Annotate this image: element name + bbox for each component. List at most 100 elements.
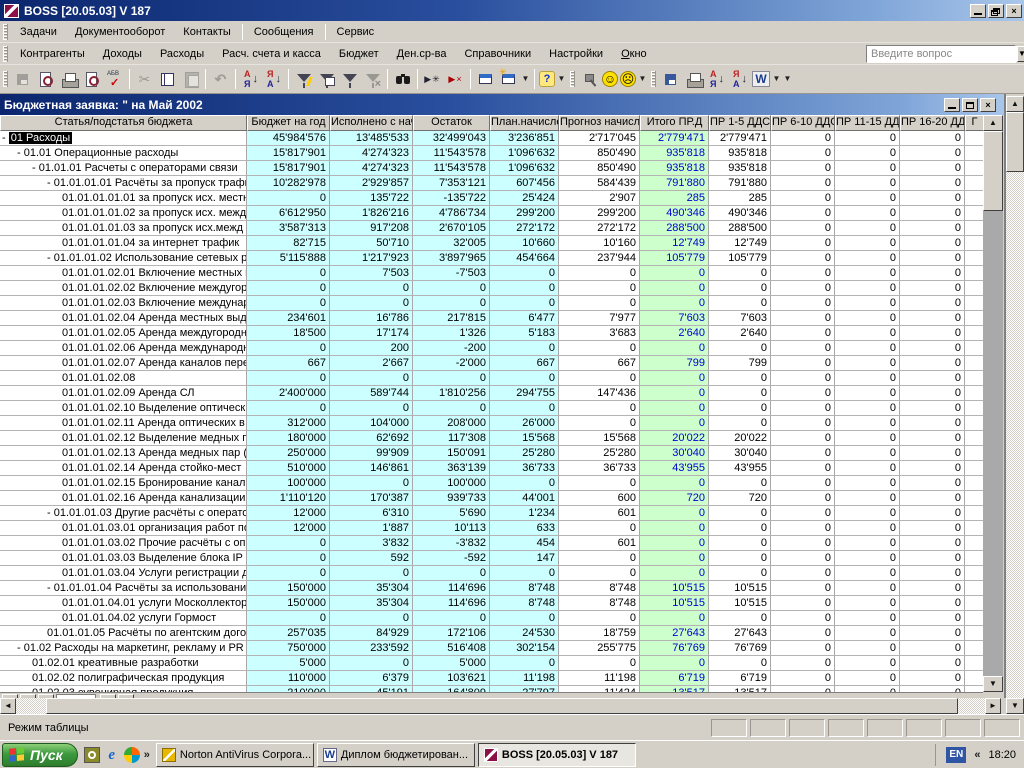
taskbar-task-boss[interactable]: BOSS [20.05.03] V 187 <box>478 743 636 767</box>
value-cell[interactable]: 0 <box>247 551 330 565</box>
table-row[interactable]: 01.01.01.02.15 Бронирование канал100'000… <box>0 476 983 491</box>
value-cell[interactable]: 2'640 <box>640 326 709 340</box>
value-cell[interactable]: 0 <box>835 641 900 655</box>
taskbar-task-word[interactable]: WДиплом бюджетирован... <box>317 743 475 767</box>
value-cell[interactable]: 600 <box>559 491 640 505</box>
value-cell[interactable]: 0 <box>559 416 640 430</box>
value-cell[interactable]: 312'000 <box>247 416 330 430</box>
sad-face-icon[interactable]: ☹ <box>620 71 636 87</box>
value-cell[interactable]: 0 <box>640 386 709 400</box>
value-cell[interactable]: 100'000 <box>413 476 490 490</box>
value-cell[interactable]: 0 <box>330 281 413 295</box>
chevron-down-icon[interactable]: ▼ <box>556 69 567 89</box>
value-cell[interactable]: 0 <box>771 476 835 490</box>
value-cell[interactable]: 0 <box>771 131 835 145</box>
new-object-icon[interactable] <box>498 69 519 89</box>
value-cell[interactable]: 935'818 <box>640 161 709 175</box>
budget-item-cell[interactable]: 01.02.02 полиграфическая продукция <box>0 671 247 685</box>
value-cell[interactable]: 0 <box>247 281 330 295</box>
value-cell[interactable]: 0 <box>709 521 771 535</box>
value-cell[interactable]: 50'710 <box>330 236 413 250</box>
menu-item-сервис[interactable]: Сервис <box>328 23 384 41</box>
table-row[interactable]: - 01.01.01.01 Расчёты за пропуск трафи10… <box>0 176 983 191</box>
menu-item-доходы[interactable]: Доходы <box>94 45 151 63</box>
budget-item-cell[interactable]: - 01.01.01.04 Расчёты за использование <box>0 581 247 595</box>
sort-desc2-icon[interactable]: ↓ <box>729 69 750 89</box>
value-cell[interactable]: 720 <box>709 491 771 505</box>
table-row[interactable]: 01.01.01.01.02 за пропуск исх. межд6'612… <box>0 206 983 221</box>
value-cell[interactable]: 0 <box>835 581 900 595</box>
value-cell[interactable]: 294'755 <box>490 386 559 400</box>
value-cell[interactable]: 12'749 <box>640 236 709 250</box>
value-cell[interactable]: 100'000 <box>247 476 330 490</box>
value-cell[interactable]: 0 <box>709 416 771 430</box>
table-row[interactable]: 01.01.01.02.13 Аренда медных пар (250'00… <box>0 446 983 461</box>
value-cell[interactable]: 0 <box>900 131 965 145</box>
quick-launch-overflow-chevron[interactable]: » <box>144 749 150 761</box>
value-cell[interactable]: 2'907 <box>559 191 640 205</box>
value-cell[interactable]: 8'748 <box>559 581 640 595</box>
menu-item-бюджет[interactable]: Бюджет <box>330 45 388 63</box>
value-cell[interactable]: 10'160 <box>559 236 640 250</box>
value-cell[interactable]: -3'832 <box>413 536 490 550</box>
value-cell[interactable]: 0 <box>900 416 965 430</box>
value-cell[interactable]: 2'667 <box>330 356 413 370</box>
value-cell[interactable]: 939'733 <box>413 491 490 505</box>
value-cell[interactable]: 0 <box>835 461 900 475</box>
value-cell[interactable]: 0 <box>709 611 771 625</box>
value-cell[interactable]: 0 <box>640 551 709 565</box>
value-cell[interactable]: 0 <box>771 221 835 235</box>
value-cell[interactable]: 8'748 <box>490 581 559 595</box>
value-cell[interactable]: 62'692 <box>330 431 413 445</box>
value-cell[interactable]: 0 <box>490 371 559 385</box>
value-cell[interactable]: 13'485'533 <box>330 131 413 145</box>
value-cell[interactable]: 0 <box>247 266 330 280</box>
budget-item-cell[interactable]: 01.01.01.02.15 Бронирование канал <box>0 476 247 490</box>
value-cell[interactable]: 0 <box>771 251 835 265</box>
value-cell[interactable]: 0 <box>771 236 835 250</box>
value-cell[interactable]: 0 <box>835 176 900 190</box>
budget-item-cell[interactable]: 01.01.01.03.03 Выделение блока IP а <box>0 551 247 565</box>
value-cell[interactable]: -7'503 <box>413 266 490 280</box>
value-cell[interactable]: 0 <box>413 281 490 295</box>
value-cell[interactable]: 0 <box>559 296 640 310</box>
value-cell[interactable]: 172'106 <box>413 626 490 640</box>
value-cell[interactable]: 0 <box>559 551 640 565</box>
table-row[interactable]: 01.01.01.02.09 Аренда СЛ2'400'000589'744… <box>0 386 983 401</box>
value-cell[interactable]: 0 <box>771 641 835 655</box>
menu-item-окно[interactable]: Окно <box>612 45 656 63</box>
column-header[interactable]: ПР 1-5 ДДС <box>709 115 771 131</box>
value-cell[interactable]: 0 <box>835 446 900 460</box>
budget-item-cell[interactable]: 01.01.01.02.06 Аренда международн <box>0 341 247 355</box>
internet-explorer-icon[interactable]: e <box>104 747 120 763</box>
value-cell[interactable]: 45'984'576 <box>247 131 330 145</box>
close-button[interactable]: × <box>1006 4 1022 18</box>
value-cell[interactable]: 1'887 <box>330 521 413 535</box>
value-cell[interactable]: 0 <box>640 401 709 415</box>
value-cell[interactable]: 0 <box>900 641 965 655</box>
value-cell[interactable]: 1'326 <box>413 326 490 340</box>
filter-icon[interactable] <box>339 69 360 89</box>
value-cell[interactable]: 0 <box>771 356 835 370</box>
value-cell[interactable]: 110'000 <box>247 671 330 685</box>
menu-item-документооборот[interactable]: Документооборот <box>66 23 174 41</box>
table-row[interactable]: - 01.01.01.04 Расчёты за использование15… <box>0 581 983 596</box>
value-cell[interactable]: 35'304 <box>330 581 413 595</box>
value-cell[interactable]: 2'929'857 <box>330 176 413 190</box>
value-cell[interactable]: 0 <box>490 656 559 670</box>
value-cell[interactable]: 5'115'888 <box>247 251 330 265</box>
budget-item-cell[interactable]: 01.01.01.02.02 Включение междугор <box>0 281 247 295</box>
spelling-icon[interactable] <box>104 69 125 89</box>
value-cell[interactable]: 0 <box>900 326 965 340</box>
value-cell[interactable]: 7'503 <box>330 266 413 280</box>
table-row[interactable]: - 01.01 Операционные расходы15'817'9014'… <box>0 146 983 161</box>
value-cell[interactable]: 20'022 <box>640 431 709 445</box>
value-cell[interactable]: 0 <box>771 506 835 520</box>
value-cell[interactable]: 10'515 <box>640 596 709 610</box>
table-row[interactable]: 01.02.01 креативные разработки5'00005'00… <box>0 656 983 671</box>
value-cell[interactable]: 0 <box>835 491 900 505</box>
value-cell[interactable]: 0 <box>413 401 490 415</box>
value-cell[interactable]: 0 <box>835 386 900 400</box>
value-cell[interactable]: 0 <box>835 131 900 145</box>
language-indicator[interactable]: EN <box>946 747 966 763</box>
